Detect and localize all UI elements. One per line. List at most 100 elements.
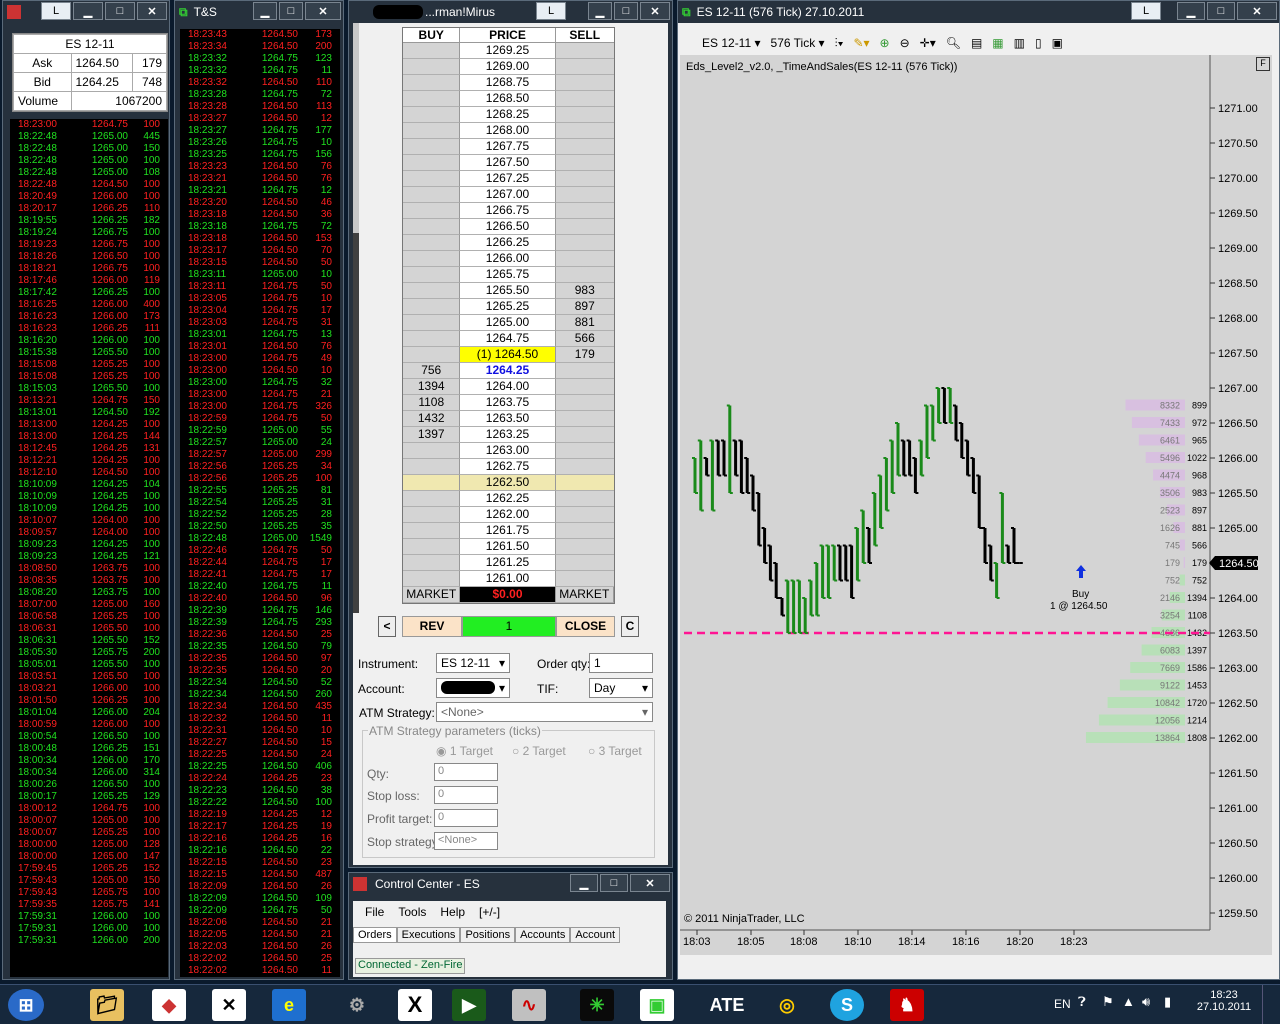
sell-cell[interactable] [555,411,614,427]
ts-window-titlebar[interactable]: ⧉ T&S ▁ □ ✕ [175,1,343,23]
ladder-row[interactable]: 1268.50 [403,91,614,107]
sell-cell[interactable] [555,171,614,187]
price-cell[interactable]: 1263.25 [460,427,556,443]
app-icon-2[interactable]: ✕ [212,989,246,1021]
maximize-icon[interactable]: □ [614,2,638,20]
sell-cell[interactable] [555,123,614,139]
minimize-icon[interactable]: ▁ [253,2,277,20]
price-cell[interactable]: 1268.25 [460,107,556,123]
ladder-row[interactable]: 1267.50 [403,155,614,171]
price-cell[interactable]: 1269.25 [460,43,556,59]
qty-field[interactable]: 0 [434,763,498,781]
sell-cell[interactable] [555,75,614,91]
maximize-icon[interactable]: □ [600,874,628,892]
buy-cell[interactable] [403,507,461,523]
price-cell[interactable]: 1267.00 [460,187,556,203]
toolbar-instrument[interactable]: ES 12-11 ▾ [702,36,761,50]
sell-cell[interactable] [555,107,614,123]
price-cell[interactable]: 1265.75 [460,267,556,283]
link-button[interactable]: L [41,2,71,20]
sell-cell[interactable] [555,395,614,411]
tab-accounts[interactable]: Accounts [515,927,571,943]
minimize-icon[interactable]: ▁ [570,874,598,892]
buy-cell[interactable] [403,75,461,91]
sell-cell[interactable] [555,475,614,491]
stopstrat-select[interactable]: <None> [434,832,498,850]
control-center-titlebar[interactable]: Control Center - ES ▁ □ ✕ [349,873,672,895]
buy-cell[interactable]: 1394 [403,379,461,395]
price-cell[interactable]: 1265.25 [460,299,556,315]
buy-cell[interactable] [403,91,461,107]
account-select[interactable]: ▾ [436,678,510,698]
start-button[interactable]: ⊞ [8,989,44,1021]
sell-cell[interactable] [555,555,614,571]
price-chart[interactable]: 1271.00 1270.50 1270.00 1269.50 1269.00 1268.… [680,55,1272,955]
price-cell[interactable]: 1267.50 [460,155,556,171]
time-and-sales-list[interactable]: 18:23:00 1264.75 100 18:22:48 1265.00 445 18:2… [10,119,168,977]
sell-cell[interactable] [555,363,614,379]
target3-radio[interactable]: ○ 3 Target [588,744,642,758]
buy-cell[interactable] [403,203,461,219]
sell-cell[interactable] [555,443,614,459]
sell-cell[interactable] [555,427,614,443]
sell-cell[interactable] [555,139,614,155]
prev-button[interactable]: < [378,616,396,637]
price-cell[interactable]: 1268.00 [460,123,556,139]
ladder-row[interactable]: (1) 1264.50 179 [403,347,614,363]
price-ladder[interactable]: BUY PRICE SELL 1269.25 1269.00 1268.75 1268… [402,27,615,604]
sell-cell[interactable]: 897 [555,299,614,315]
sell-cell[interactable] [555,235,614,251]
skype-icon[interactable]: S [830,989,864,1021]
x-app-icon[interactable]: X [398,989,432,1021]
window-app-icon[interactable]: ▣ [640,989,674,1021]
price-cell[interactable]: 1267.25 [460,171,556,187]
price-cell[interactable]: 1264.25 [460,363,556,379]
chart-titlebar[interactable]: ⧉ ES 12-11 (576 Tick) 27.10.2011 L ▁ □ ✕ [678,1,1279,23]
ts-trade-list[interactable]: 18:23:43 1264.50 173 18:23:34 1264.50 200 18:2… [180,29,340,977]
instrument-select[interactable]: ES 12-11 ▾ [436,653,510,673]
ate-icon[interactable]: ATE [710,989,745,1021]
tab-account[interactable]: Account [570,927,621,943]
buy-cell[interactable]: 1397 [403,427,461,443]
link-button[interactable]: L [536,2,566,20]
price-cell[interactable]: 1265.50 [460,283,556,299]
menu-toggle[interactable]: [+/-] [479,905,500,919]
ladder-row[interactable]: 1269.25 [403,43,614,59]
price-cell[interactable]: 1266.25 [460,235,556,251]
sell-cell[interactable] [555,155,614,171]
sell-cell[interactable] [555,523,614,539]
ladder-row[interactable]: 1262.75 [403,459,614,475]
stoploss-field[interactable]: 0 [434,786,498,804]
link-button[interactable]: L [1131,2,1161,20]
price-cell[interactable]: 1262.75 [460,459,556,475]
close-icon[interactable]: ✕ [305,2,341,20]
price-cell[interactable]: 1262.25 [460,491,556,507]
ladder-row[interactable]: 1267.25 [403,171,614,187]
sell-cell[interactable] [555,539,614,555]
buy-cell[interactable] [403,171,461,187]
rev-button[interactable]: REV [402,616,462,637]
tab-positions[interactable]: Positions [460,927,516,943]
profit-field[interactable]: 0 [434,809,498,827]
network-icon[interactable]: ⚑ [1102,994,1114,1010]
target2-radio[interactable]: ○ 2 Target [512,744,566,758]
ladder-row[interactable]: 1265.00 881 [403,315,614,331]
bar-type-icon[interactable]: ⫶▾ [835,36,844,51]
price-cell[interactable]: 1264.00 [460,379,556,395]
star-app-icon[interactable]: ✳ [580,989,614,1021]
ladder-row[interactable]: 1268.00 [403,123,614,139]
orderqty-stepper[interactable]: 1 [589,653,653,673]
data-box-icon[interactable]: ▯ [1035,36,1042,50]
ladder-row[interactable]: 1262.00 [403,507,614,523]
buy-cell[interactable] [403,267,461,283]
ladder-row[interactable]: 1268.75 [403,75,614,91]
maximize-icon[interactable]: □ [1207,2,1235,20]
market-sell-button[interactable]: MARKET [555,587,614,603]
target1-radio[interactable]: ◉ 1 Target [436,744,493,758]
sell-cell[interactable] [555,219,614,235]
sell-cell[interactable]: 983 [555,283,614,299]
show-desktop-button[interactable] [1262,985,1280,1024]
ladder-row[interactable]: 1263.00 [403,443,614,459]
price-cell[interactable]: 1268.75 [460,75,556,91]
tif-select[interactable]: Day ▾ [589,678,653,698]
